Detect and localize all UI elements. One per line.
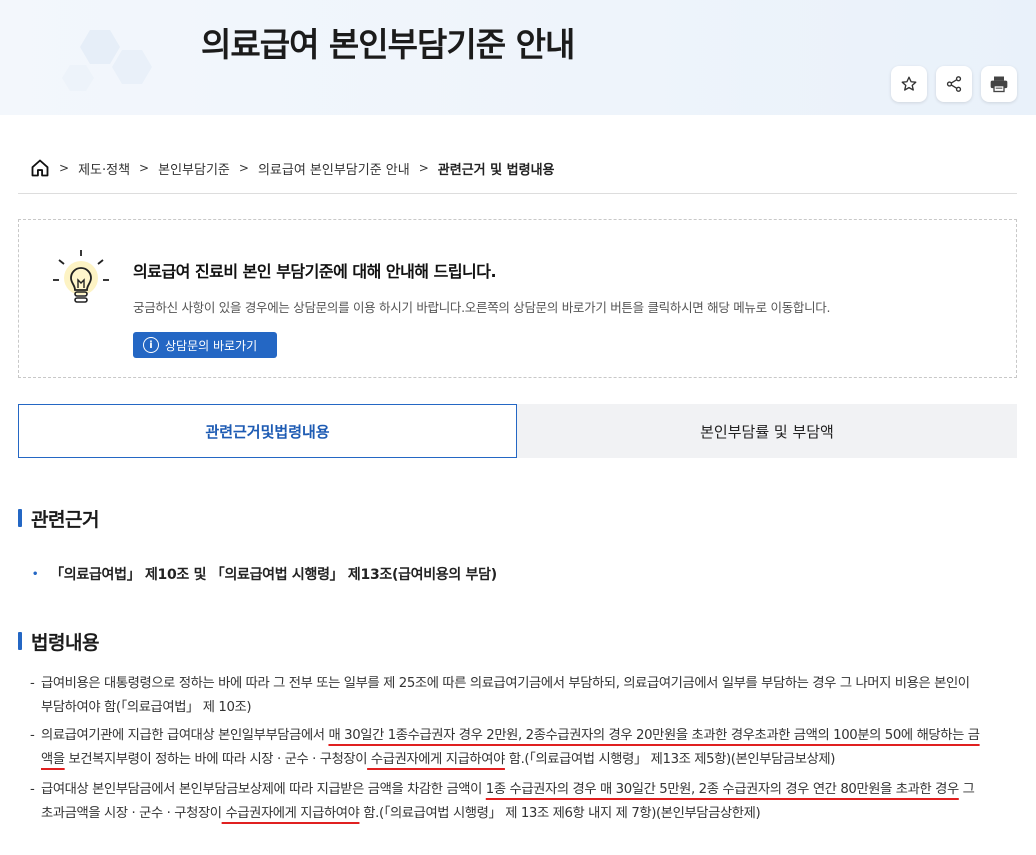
paragraph-line: 급여대상 본인부담금에서 본인부담금보상제에 따라 지급받은 금액을 차감한 금… <box>30 778 1015 802</box>
hexagon-decoration <box>62 30 152 91</box>
text-segment: 함.(「의료급여법 시행령」 제13조 제5항)(본인부담금보상제) <box>504 752 836 767</box>
page-title: 의료급여 본인부담기준 안내 <box>201 25 575 64</box>
chevron-right-icon: > <box>418 161 429 175</box>
highlighted-text: 액을 <box>41 752 65 767</box>
paragraph-line: 초과금액을 시장 · 군수 · 구청장이 수급권자에게 지급하여야 함.(「의료… <box>30 802 1015 826</box>
law-reference: • 「의료급여법」 제10조 및 「의료급여법 시행령」 제13조(급여비용의 부… <box>32 564 497 584</box>
highlighted-text: 수급권자에게 지급하여야 <box>221 806 360 821</box>
print-button[interactable] <box>981 66 1017 102</box>
tab-copay-rate[interactable]: 본인부담률 및 부담액 <box>517 404 1017 458</box>
paragraph-line: 부담하여야 함(「의료급여법」 제 10조) <box>41 700 252 715</box>
text-segment: 그 <box>958 782 975 797</box>
law-paragraph: - 의료급여기관에 지급한 급여대상 본인일부부담금에서 매 30일간 1종수급… <box>30 724 1015 772</box>
breadcrumb-item[interactable]: 제도·정책 <box>78 159 130 178</box>
home-icon[interactable] <box>30 158 50 178</box>
paragraph-line: 의료급여기관에 지급한 급여대상 본인일부부담금에서 매 30일간 1종수급권자… <box>30 724 1015 748</box>
notice-description: 궁금하신 사항이 있을 경우에는 상담문의를 이용 하시기 바랍니다.오른쪽의 … <box>133 300 831 315</box>
dash-marker: - <box>30 728 35 743</box>
highlighted-text: 매 30일간 1종수급권자 경우 2만원, 2종수급권자의 경우 20만원을 초… <box>328 728 980 743</box>
text-segment: 의료급여기관에 지급한 급여대상 본인일부부담금에서 <box>41 728 329 743</box>
chevron-right-icon: > <box>59 161 70 175</box>
highlighted-text: 1종 수급권자의 경우 매 30일간 5만원, 2종 수급권자의 경우 연간 8… <box>485 782 959 797</box>
law-paragraph: - 급여대상 본인부담금에서 본인부담금보상제에 따라 지급받은 금액을 차감한… <box>30 778 1015 826</box>
text-segment: 보건복지부령이 정하는 바에 따라 시장 · 군수 · 구청장이 <box>64 752 368 767</box>
share-icon <box>946 76 962 92</box>
bookmark-button[interactable] <box>891 66 927 102</box>
text-segment: 급여대상 본인부담금에서 본인부담금보상제에 따라 지급받은 금액을 차감한 금… <box>41 782 486 797</box>
star-icon <box>901 76 917 91</box>
paragraph-line: 급여비용은 대통령령으로 정하는 바에 따라 그 전부 또는 일부를 제 25조… <box>41 676 970 691</box>
chevron-right-icon: > <box>238 161 249 175</box>
info-icon: i <box>143 337 159 353</box>
page-header: 의료급여 본인부담기준 안내 <box>0 0 1036 115</box>
consult-shortcut-label: 상담문의 바로가기 <box>165 338 258 353</box>
bullet-icon: • <box>32 569 39 580</box>
share-button[interactable] <box>936 66 972 102</box>
print-icon <box>990 76 1008 93</box>
breadcrumb-current: 관련근거 및 법령내용 <box>437 162 555 178</box>
section-title-basis: 관련근거 <box>18 505 99 532</box>
law-paragraph: - 급여비용은 대통령령으로 정하는 바에 따라 그 전부 또는 일부를 제 2… <box>30 672 1015 720</box>
chevron-right-icon: > <box>139 161 150 175</box>
tab-legal-basis[interactable]: 관련근거및법령내용 <box>18 404 517 458</box>
divider <box>18 193 1017 194</box>
law-reference-text: 「의료급여법」 제10조 및 「의료급여법 시행령」 제13조(급여비용의 부담… <box>50 567 497 583</box>
section-title-law: 법령내용 <box>18 628 99 655</box>
dash-marker: - <box>30 676 35 691</box>
lightbulb-icon <box>53 250 109 303</box>
breadcrumb-item[interactable]: 본인부담기준 <box>158 159 230 178</box>
text-segment: 초과금액을 시장 · 군수 · 구청장이 <box>41 806 222 821</box>
paragraph-line: 액을 보건복지부령이 정하는 바에 따라 시장 · 군수 · 구청장이 수급권자… <box>30 748 1015 772</box>
notice-title: 의료급여 진료비 본인 부담기준에 대해 안내해 드립니다. <box>133 262 497 281</box>
consult-shortcut-button[interactable]: i 상담문의 바로가기 <box>133 332 277 358</box>
breadcrumb: > 제도·정책 > 본인부담기준 > 의료급여 본인부담기준 안내 > 관련근거… <box>30 156 555 180</box>
text-segment: 함.(「의료급여법 시행령」 제 13조 제6항 내지 제 7항)(본인부담금상… <box>359 806 761 821</box>
dash-marker: - <box>30 782 35 797</box>
notice-box: 의료급여 진료비 본인 부담기준에 대해 안내해 드립니다. 궁금하신 사항이 … <box>18 219 1017 378</box>
breadcrumb-item[interactable]: 의료급여 본인부담기준 안내 <box>258 159 410 178</box>
highlighted-text: 수급권자에게 지급하여야 <box>367 752 505 767</box>
